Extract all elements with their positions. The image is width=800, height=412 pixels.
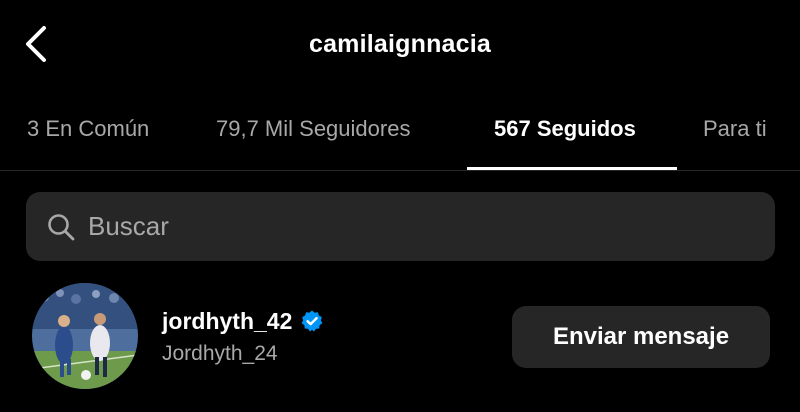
verified-badge-icon [302, 310, 323, 332]
user-info: jordhyth_42 Jordhyth_24 [162, 306, 324, 366]
profile-photo-icon [32, 283, 138, 389]
username-line: jordhyth_42 [162, 306, 324, 336]
tab-en-comun[interactable]: 3 En Común [27, 92, 149, 170]
avatar[interactable] [32, 283, 138, 389]
tab-bar: 3 En Común 79,7 Mil Seguidores 567 Segui… [0, 92, 800, 171]
list-item[interactable]: jordhyth_42 Jordhyth_24 Enviar mensaje [0, 280, 800, 392]
header: camilaignnacia [0, 0, 800, 92]
send-message-button[interactable]: Enviar mensaje [512, 306, 770, 368]
search-icon [48, 214, 75, 241]
active-tab-indicator [467, 167, 677, 170]
full-name: Jordhyth_24 [162, 342, 278, 365]
username[interactable]: jordhyth_42 [162, 308, 292, 335]
tab-seguidores[interactable]: 79,7 Mil Seguidores [216, 92, 410, 170]
search-input[interactable] [88, 192, 748, 261]
page-title: camilaignnacia [308, 30, 492, 58]
search-bar[interactable] [26, 192, 775, 261]
tab-para-ti[interactable]: Para ti [703, 92, 767, 170]
tab-seguidos[interactable]: 567 Seguidos [494, 92, 636, 170]
